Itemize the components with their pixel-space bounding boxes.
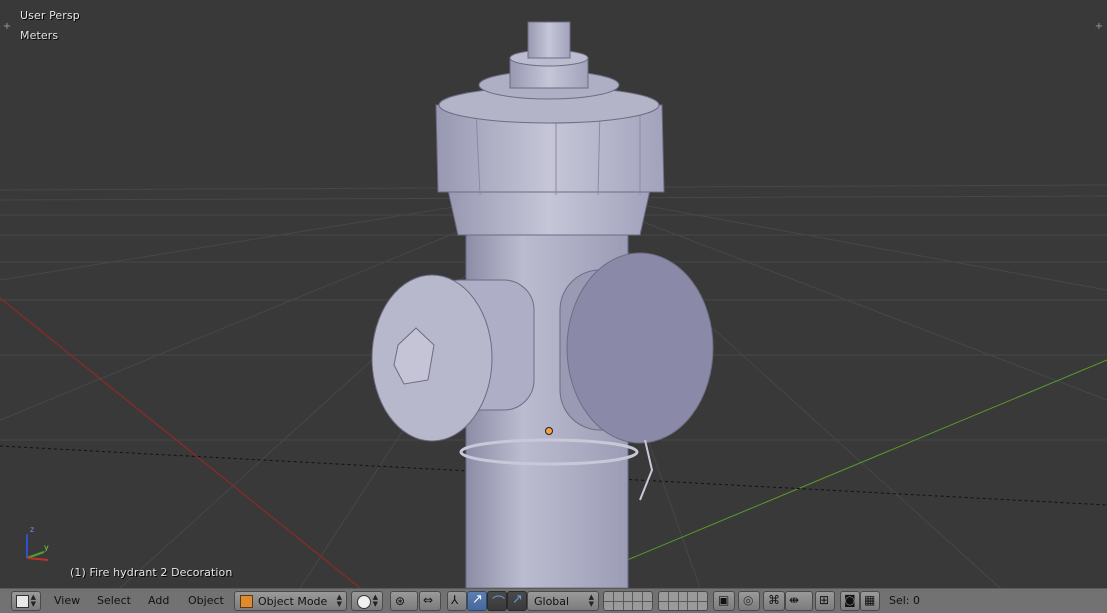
translate-manipulator-button[interactable]: ↗	[467, 591, 487, 611]
object-mode-icon	[240, 595, 253, 608]
viewport-scene	[0, 21, 1107, 588]
gizmo-y-label: y	[44, 543, 49, 552]
menu-object[interactable]: Object	[188, 594, 224, 607]
mode-dropdown[interactable]: Object Mode ▲ ▼	[234, 591, 347, 611]
transform-manipulators-toggle[interactable]: ⅄	[447, 591, 467, 611]
active-object-label: (1) Fire hydrant 2 Decoration	[70, 566, 233, 579]
snap-target-icon: ⇼	[789, 593, 800, 607]
fire-hydrant-model	[371, 21, 714, 588]
units-label: Meters	[20, 29, 59, 42]
solid-shading-icon	[357, 595, 371, 609]
snap-icon: ⌘	[768, 593, 780, 607]
lock-camera-button[interactable]: ▣	[713, 591, 735, 611]
dropdown-arrows-icon: ▲ ▼	[336, 593, 342, 608]
axis-manipulator-icon: ⅄	[451, 593, 459, 607]
dropdown-arrows-icon: ▲ ▼	[30, 593, 36, 608]
snap-element-dropdown[interactable]: ⇼	[785, 591, 813, 611]
translate-icon: ↗	[472, 592, 483, 607]
manipulator-toggle[interactable]: ⇔	[419, 591, 441, 611]
menu-select[interactable]: Select	[97, 594, 131, 607]
3d-view-header: ▲ ▼ View Select Add Object Object Mode ▲ ▼…	[0, 588, 1107, 613]
pivot-point-dropdown[interactable]: ⊛	[390, 591, 418, 611]
scale-manipulator-button[interactable]: ↗	[507, 591, 527, 611]
orientation-label: Global	[534, 595, 570, 608]
selection-count: Sel: 0	[889, 594, 921, 607]
region-expand-right-icon[interactable]: +	[1094, 22, 1104, 32]
snap-settings-icon: ⊞	[819, 593, 830, 607]
proportional-editing-button[interactable]: ◎	[738, 591, 760, 611]
3d-viewport[interactable]: User Persp Meters (1) Fire hydrant 2 Dec…	[0, 0, 1107, 588]
pivot-icon: ⊛	[395, 594, 406, 608]
snap-settings-button[interactable]: ⊞	[815, 591, 835, 611]
layers-grid-right[interactable]	[658, 591, 708, 611]
gizmo-z-label: z	[30, 525, 35, 534]
manipulator-icon: ⇔	[423, 593, 434, 607]
rotate-icon: ⌒	[492, 596, 506, 611]
dropdown-arrows-icon: ▲ ▼	[588, 593, 594, 608]
editor-type-button[interactable]: ▲ ▼	[11, 591, 41, 611]
proportional-icon: ◎	[743, 593, 754, 607]
scale-icon: ↗	[512, 592, 523, 607]
snap-toggle-button[interactable]: ⌘	[763, 591, 785, 611]
menu-view[interactable]: View	[54, 594, 80, 607]
view3d-editor-icon	[16, 595, 29, 608]
layers-grid-left[interactable]	[603, 591, 653, 611]
viewport-shading-dropdown[interactable]: ▲ ▼	[351, 591, 383, 611]
lock-icon: ▣	[718, 593, 730, 607]
mode-label: Object Mode	[258, 595, 328, 608]
dropdown-arrows-icon: ▲ ▼	[372, 593, 378, 608]
x-axis-line	[0, 297, 361, 588]
rotate-manipulator-button[interactable]: ⌒	[487, 591, 507, 611]
render-icon: ◙	[844, 593, 856, 607]
region-expand-left-icon[interactable]: +	[2, 22, 12, 32]
opengl-animation-button[interactable]: ▦	[860, 591, 880, 611]
transform-orientation-dropdown[interactable]: Global ▲ ▼	[527, 591, 599, 611]
clapper-icon: ▦	[864, 593, 876, 607]
menu-add[interactable]: Add	[148, 594, 169, 607]
view-perspective-label: User Persp	[20, 9, 80, 22]
opengl-render-button[interactable]: ◙	[840, 591, 860, 611]
